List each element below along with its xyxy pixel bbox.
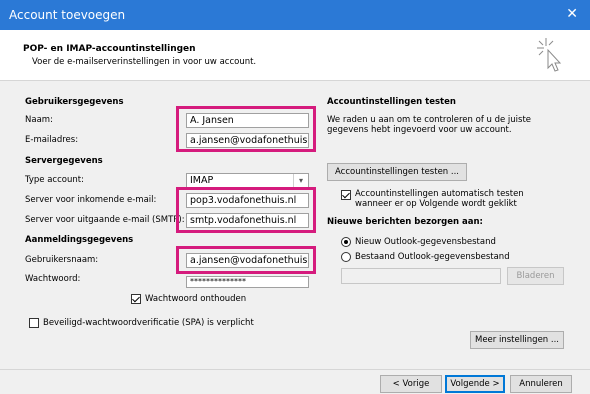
spa-label: Beveiligd-wachtwoordverificatie (SPA) is…: [43, 318, 254, 328]
account-type-select[interactable]: IMAP ▾: [186, 173, 309, 188]
back-button[interactable]: < Vorige: [380, 375, 442, 393]
test-settings-button[interactable]: Accountinstellingen testen ...: [327, 163, 467, 181]
name-label: Naam:: [25, 115, 53, 125]
window-title: Account toevoegen: [9, 8, 126, 22]
radio-new-data-file[interactable]: [341, 237, 351, 247]
username-label: Gebruikersnaam:: [25, 255, 99, 265]
section-deliver-to: Nieuwe berichten bezorgen aan:: [327, 217, 483, 227]
footer-divider: [0, 369, 590, 370]
password-field[interactable]: **************: [186, 276, 309, 288]
auto-test-checkbox[interactable]: [341, 190, 351, 200]
highlight-box-server: [176, 187, 316, 233]
dialog-subheading: Voer de e-mailserverinstellingen in voor…: [32, 57, 257, 67]
cancel-button[interactable]: Annuleren: [510, 375, 572, 393]
dialog-heading: POP- en IMAP-accountinstellingen: [23, 44, 196, 54]
test-description-line1: We raden u aan om te controleren of u de…: [327, 115, 532, 125]
section-user-info: Gebruikersgegevens: [25, 97, 124, 107]
auto-test-label-line1: Accountinstellingen automatisch testen: [355, 189, 524, 199]
section-server-info: Servergegevens: [25, 156, 103, 166]
password-label: Wachtwoord:: [25, 274, 81, 284]
title-bar: Account toevoegen ✕: [0, 0, 590, 30]
radio-existing-data-file[interactable]: [341, 252, 351, 262]
remember-password-checkbox[interactable]: [131, 294, 141, 304]
section-login-info: Aanmeldingsgegevens: [25, 235, 134, 245]
incoming-server-label: Server voor inkomende e-mail:: [25, 195, 157, 205]
spa-checkbox[interactable]: [29, 318, 39, 328]
cursor-sparkle-icon: [537, 38, 562, 72]
more-settings-button[interactable]: Meer instellingen ...: [470, 331, 564, 349]
existing-data-file-path: [341, 268, 501, 284]
chevron-down-icon[interactable]: ▾: [293, 174, 308, 187]
section-test-settings: Accountinstellingen testen: [327, 97, 456, 107]
radio-new-data-file-label: Nieuw Outlook-gegevensbestand: [355, 237, 496, 247]
next-button[interactable]: Volgende >: [445, 375, 505, 393]
browse-button[interactable]: Bladeren: [507, 267, 564, 285]
radio-existing-data-file-label: Bestaand Outlook-gegevensbestand: [355, 252, 510, 262]
account-type-value: IMAP: [190, 175, 214, 186]
remember-password-label: Wachtwoord onthouden: [145, 294, 247, 304]
close-icon[interactable]: ✕: [566, 6, 578, 22]
account-type-label: Type account:: [25, 175, 84, 185]
highlight-box-user: [176, 106, 316, 152]
test-description-line2: gegevens hebt ingevoerd voor uw account.: [327, 125, 512, 135]
dialog-header: POP- en IMAP-accountinstellingen Voer de…: [0, 30, 590, 81]
dialog-body: Gebruikersgegevens Naam: A. Jansen E-mai…: [0, 81, 590, 394]
auto-test-label-line2: wanneer er op Volgende wordt geklikt: [355, 199, 517, 209]
highlight-box-username: [176, 246, 316, 274]
email-label: E-mailadres:: [25, 135, 79, 145]
outgoing-server-label: Server voor uitgaande e-mail (SMTP):: [25, 215, 185, 225]
